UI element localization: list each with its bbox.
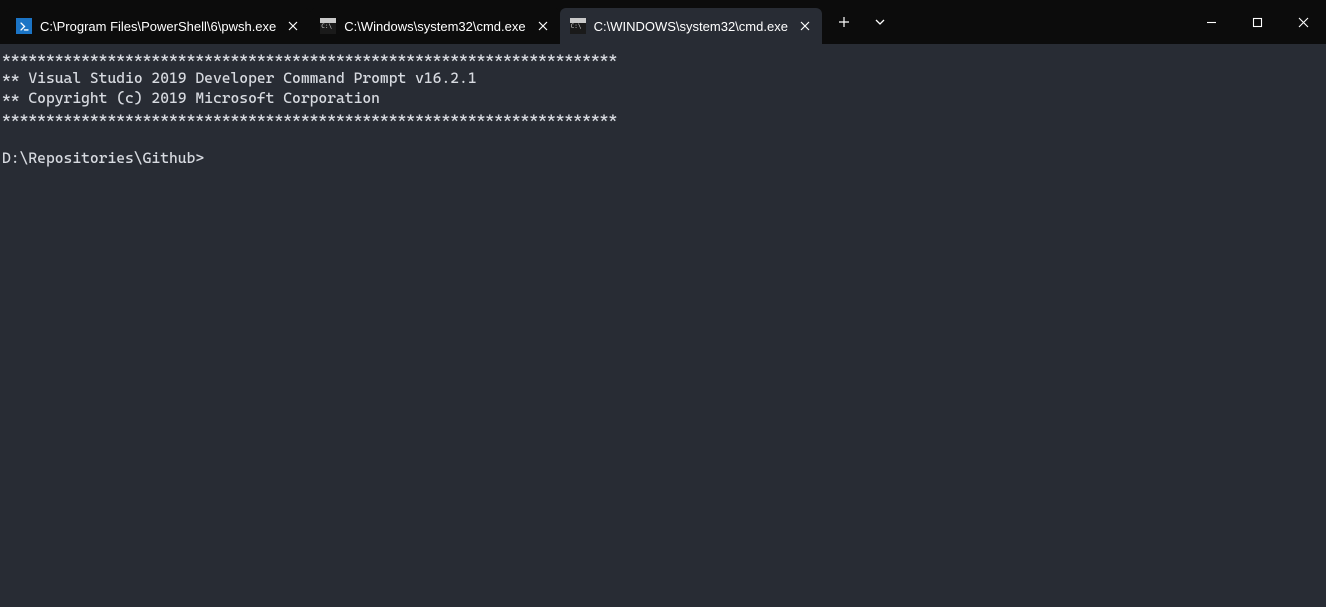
maximize-button[interactable]	[1234, 0, 1280, 44]
tab-cmd-2[interactable]: C:\WINDOWS\system32\cmd.exe	[560, 8, 822, 44]
cmd-icon	[570, 18, 586, 34]
tab-dropdown-button[interactable]	[862, 4, 898, 40]
tab-pwsh[interactable]: C:\Program Files\PowerShell\6\pwsh.exe	[6, 8, 310, 44]
tab-title: C:\WINDOWS\system32\cmd.exe	[594, 19, 788, 34]
close-icon[interactable]	[534, 17, 552, 35]
terminal-prompt: D:\Repositories\Github>	[2, 149, 204, 167]
tab-title: C:\Program Files\PowerShell\6\pwsh.exe	[40, 19, 276, 34]
cmd-icon	[320, 18, 336, 34]
minimize-button[interactable]	[1188, 0, 1234, 44]
tab-cmd-1[interactable]: C:\Windows\system32\cmd.exe	[310, 8, 559, 44]
terminal-line: ** Copyright (c) 2019 Microsoft Corporat…	[2, 89, 380, 107]
close-icon[interactable]	[284, 17, 302, 35]
titlebar: C:\Program Files\PowerShell\6\pwsh.exe C…	[0, 0, 1326, 44]
terminal-output[interactable]: ****************************************…	[0, 44, 1326, 607]
close-window-button[interactable]	[1280, 0, 1326, 44]
powershell-icon	[16, 18, 32, 34]
window-controls	[1188, 0, 1326, 44]
terminal-line: ****************************************…	[2, 49, 617, 67]
close-icon[interactable]	[796, 17, 814, 35]
new-tab-button[interactable]	[826, 4, 862, 40]
tabstrip: C:\Program Files\PowerShell\6\pwsh.exe C…	[6, 0, 822, 44]
terminal-line: ** Visual Studio 2019 Developer Command …	[2, 69, 477, 87]
tab-actions	[822, 0, 902, 44]
tab-title: C:\Windows\system32\cmd.exe	[344, 19, 525, 34]
titlebar-drag-area[interactable]	[902, 0, 1188, 44]
terminal-line: ****************************************…	[2, 109, 617, 127]
